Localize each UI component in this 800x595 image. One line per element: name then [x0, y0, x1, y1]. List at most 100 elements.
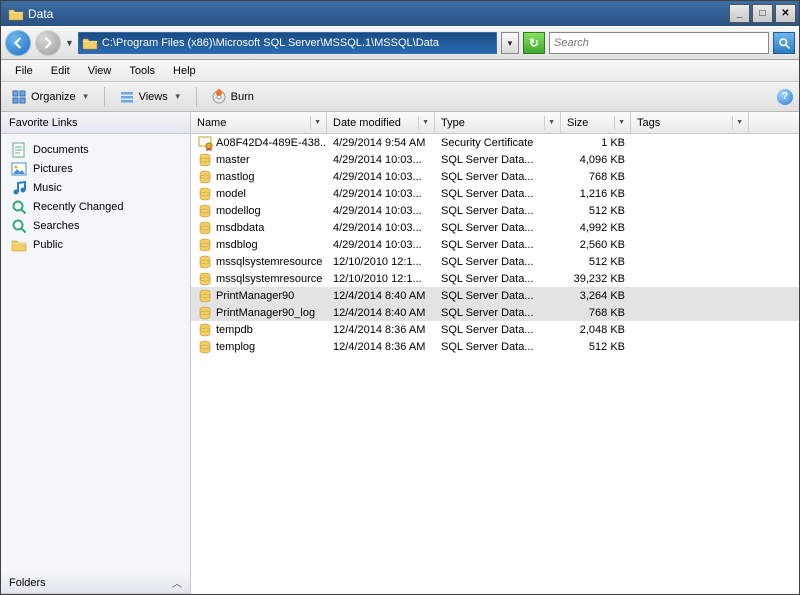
file-row[interactable]: mssqlsystemresource12/10/2010 12:1...SQL…: [191, 270, 799, 287]
file-date: 12/4/2014 8:36 AM: [327, 324, 435, 336]
file-row[interactable]: mssqlsystemresource12/10/2010 12:1...SQL…: [191, 253, 799, 270]
favorite-link[interactable]: Searches: [1, 216, 190, 235]
file-list-pane: Name▼ Date modified▼ Type▼ Size▼ Tags▼ A…: [191, 112, 799, 594]
file-type: SQL Server Data...: [435, 239, 561, 251]
file-size: 3,264 KB: [561, 290, 631, 302]
file-type: SQL Server Data...: [435, 188, 561, 200]
chevron-down-icon[interactable]: ▼: [418, 116, 432, 130]
views-icon: [119, 89, 135, 105]
file-row[interactable]: mastlog4/29/2014 10:03...SQL Server Data…: [191, 168, 799, 185]
file-name: templog: [216, 341, 255, 353]
column-size[interactable]: Size▼: [561, 112, 631, 133]
close-button[interactable]: ✕: [775, 4, 796, 23]
history-dropdown[interactable]: ▼: [65, 38, 74, 48]
favorite-link[interactable]: Music: [1, 178, 190, 197]
organize-label: Organize: [31, 91, 76, 103]
file-name-cell: model: [191, 186, 327, 202]
views-label: Views: [139, 91, 168, 103]
menu-edit[interactable]: Edit: [43, 63, 78, 79]
help-button[interactable]: ?: [777, 89, 793, 105]
pic-icon: [11, 161, 27, 177]
favorite-label: Public: [33, 239, 63, 251]
favorite-link[interactable]: Public: [1, 235, 190, 254]
favorites-list: Documents Pictures Music Recently Changed Se…: [1, 134, 190, 572]
column-date[interactable]: Date modified▼: [327, 112, 435, 133]
column-name[interactable]: Name▼: [191, 112, 327, 133]
refresh-button[interactable]: ↻: [523, 32, 545, 54]
organize-button[interactable]: Organize ▼: [7, 87, 94, 107]
file-row[interactable]: templog12/4/2014 8:36 AMSQL Server Data.…: [191, 338, 799, 355]
chevron-down-icon: ▼: [174, 92, 182, 101]
file-name-cell: msdbdata: [191, 220, 327, 236]
menu-tools[interactable]: Tools: [121, 63, 163, 79]
favorite-link[interactable]: Pictures: [1, 159, 190, 178]
file-row[interactable]: model4/29/2014 10:03...SQL Server Data..…: [191, 185, 799, 202]
favorites-header[interactable]: Favorite Links: [1, 112, 190, 134]
file-name-cell: PrintManager90_log: [191, 305, 327, 321]
views-button[interactable]: Views ▼: [115, 87, 186, 107]
file-name-cell: tempdb: [191, 322, 327, 338]
file-name: mssqlsystemresource: [216, 273, 322, 285]
file-size: 768 KB: [561, 171, 631, 183]
file-name: modellog: [216, 205, 261, 217]
search-input[interactable]: [550, 37, 768, 49]
file-row[interactable]: A08F42D4-489E-438...4/29/2014 9:54 AMSec…: [191, 134, 799, 151]
file-name: master: [216, 154, 250, 166]
search-button[interactable]: [773, 32, 795, 54]
menu-file[interactable]: File: [7, 63, 41, 79]
column-type[interactable]: Type▼: [435, 112, 561, 133]
file-row[interactable]: msdblog4/29/2014 10:03...SQL Server Data…: [191, 236, 799, 253]
address-bar[interactable]: C:\Program Files (x86)\Microsoft SQL Ser…: [78, 32, 497, 54]
column-tags[interactable]: Tags▼: [631, 112, 749, 133]
file-row[interactable]: PrintManager9012/4/2014 8:40 AMSQL Serve…: [191, 287, 799, 304]
file-date: 12/10/2010 12:1...: [327, 256, 435, 268]
nav-bar: ▼ C:\Program Files (x86)\Microsoft SQL S…: [1, 26, 799, 60]
favorite-label: Documents: [33, 144, 89, 156]
chevron-up-icon: ︿: [172, 575, 182, 590]
chevron-down-icon[interactable]: ▼: [310, 116, 324, 130]
title-bar[interactable]: Data _ □ ✕: [1, 1, 799, 26]
address-dropdown[interactable]: ▼: [501, 32, 519, 54]
menu-view[interactable]: View: [80, 63, 120, 79]
favorite-label: Music: [33, 182, 62, 194]
maximize-button[interactable]: □: [752, 4, 773, 23]
favorite-label: Searches: [33, 220, 79, 232]
file-icon: [197, 339, 213, 355]
file-name-cell: msdblog: [191, 237, 327, 253]
file-size: 1,216 KB: [561, 188, 631, 200]
favorite-link[interactable]: Recently Changed: [1, 197, 190, 216]
file-icon: [197, 203, 213, 219]
favorite-label: Pictures: [33, 163, 73, 175]
favorite-link[interactable]: Documents: [1, 140, 190, 159]
minimize-button[interactable]: _: [729, 4, 750, 23]
file-type: SQL Server Data...: [435, 171, 561, 183]
file-size: 4,992 KB: [561, 222, 631, 234]
file-row[interactable]: tempdb12/4/2014 8:36 AMSQL Server Data..…: [191, 321, 799, 338]
chevron-down-icon[interactable]: ▼: [732, 116, 746, 130]
file-row[interactable]: modellog4/29/2014 10:03...SQL Server Dat…: [191, 202, 799, 219]
file-type: SQL Server Data...: [435, 324, 561, 336]
file-date: 4/29/2014 10:03...: [327, 222, 435, 234]
organize-icon: [11, 89, 27, 105]
folders-header[interactable]: Folders ︿: [1, 572, 190, 594]
burn-button[interactable]: Burn: [207, 87, 258, 107]
file-name: mssqlsystemresource: [216, 256, 322, 268]
chevron-down-icon[interactable]: ▼: [614, 116, 628, 130]
menu-help[interactable]: Help: [165, 63, 204, 79]
file-name-cell: PrintManager90: [191, 288, 327, 304]
file-size: 39,232 KB: [561, 273, 631, 285]
file-row[interactable]: master4/29/2014 10:03...SQL Server Data.…: [191, 151, 799, 168]
file-date: 12/4/2014 8:40 AM: [327, 307, 435, 319]
file-row[interactable]: PrintManager90_log12/4/2014 8:40 AMSQL S…: [191, 304, 799, 321]
back-button[interactable]: [5, 30, 31, 56]
file-row[interactable]: msdbdata4/29/2014 10:03...SQL Server Dat…: [191, 219, 799, 236]
forward-button[interactable]: [35, 30, 61, 56]
search-box[interactable]: [549, 32, 769, 54]
file-rows[interactable]: A08F42D4-489E-438...4/29/2014 9:54 AMSec…: [191, 134, 799, 594]
file-size: 768 KB: [561, 307, 631, 319]
file-size: 512 KB: [561, 205, 631, 217]
chevron-down-icon[interactable]: ▼: [544, 116, 558, 130]
file-name-cell: mssqlsystemresource: [191, 271, 327, 287]
doc-icon: [11, 142, 27, 158]
search-icon: [11, 199, 27, 215]
